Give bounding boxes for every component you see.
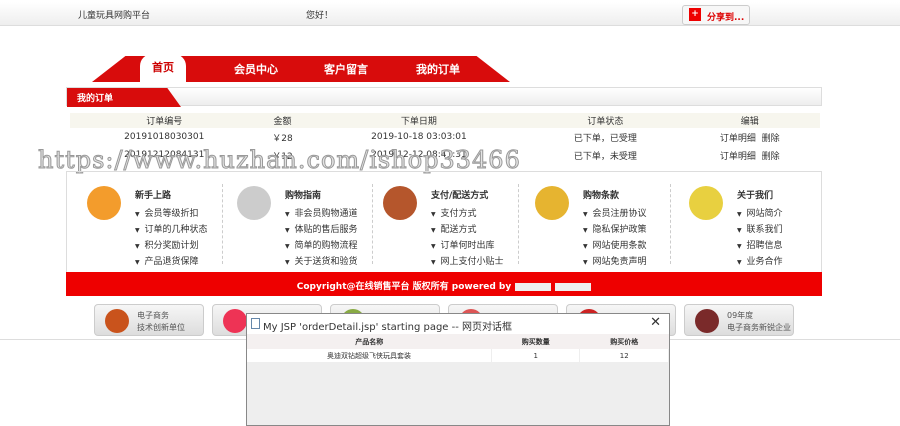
quantity: 1 — [491, 349, 581, 362]
help-link[interactable]: 支付方式 — [431, 206, 504, 222]
badge-line: 技术创新单位 — [137, 323, 185, 332]
help-column: 购物条款 会员注册协议隐私保护政策网站使用条款网站免责声明 — [525, 184, 675, 268]
badge-line: 电子商务新锐企业 — [727, 323, 791, 332]
help-link[interactable]: 会员注册协议 — [583, 206, 647, 222]
badge[interactable]: 电子商务技术创新单位 — [94, 304, 204, 336]
col-amount: 金额 — [258, 113, 307, 128]
share-button[interactable]: + 分享到... — [682, 5, 750, 25]
table-row: 20191018030301 ￥28 2019-10-18 03:03:01 已… — [70, 128, 820, 146]
delete-link[interactable]: 删除 — [762, 152, 780, 162]
help-link[interactable]: 订单何时出库 — [431, 238, 504, 254]
help-title: 新手上路 — [135, 191, 172, 201]
support-agent-icon — [383, 186, 417, 220]
document-icon — [251, 318, 260, 329]
col-product-name: 产品名称 — [247, 334, 492, 349]
site-name: 儿童玩具网购平台 — [78, 11, 151, 21]
order-detail-link[interactable]: 订单明细 — [720, 134, 756, 144]
help-link[interactable]: 联系我们 — [737, 222, 783, 238]
order-status: 已下单，已受理 — [573, 133, 637, 144]
order-actions: 订单明细 删除 — [679, 146, 820, 164]
top-bar: 儿童玩具网购平台 您好！ + 分享到... — [0, 2, 900, 26]
dialog-titlebar: My JSP 'orderDetail.jsp' starting page -… — [247, 314, 669, 334]
help-column: 购物指南 非会员购物通道体贴的售后服务简单的购物流程关于送货和验货 — [227, 184, 377, 268]
help-title: 购物指南 — [285, 191, 322, 201]
col-edit: 编辑 — [679, 113, 820, 128]
col-order-id: 订单编号 — [70, 113, 259, 128]
delivery-truck-icon — [689, 186, 723, 220]
help-link[interactable]: 网上支付小贴士 — [431, 254, 504, 270]
badge-icon — [223, 309, 247, 333]
tab-messages[interactable]: 客户留言 — [324, 61, 368, 77]
help-link[interactable]: 体贴的售后服务 — [285, 222, 358, 238]
order-id: 20191212084131 — [124, 150, 205, 160]
order-detail-dialog: My JSP 'orderDetail.jsp' starting page -… — [246, 313, 670, 426]
badge-line: 电子商务 — [137, 311, 169, 320]
help-link[interactable]: 积分奖励计划 — [135, 238, 208, 254]
badge[interactable]: 09年度电子商务新锐企业 — [684, 304, 794, 336]
dialog-title: My JSP 'orderDetail.jsp' starting page -… — [263, 322, 513, 333]
tab-home[interactable]: 首页 — [140, 56, 186, 82]
section-title: 我的订单 — [67, 88, 181, 107]
order-actions: 订单明细 删除 — [679, 128, 820, 146]
col-price: 购买价格 — [579, 334, 669, 349]
help-column: 关于我们 网站简介联系我们招聘信息业务合作 — [679, 184, 829, 268]
help-link[interactable]: 网站免责声明 — [583, 254, 647, 270]
order-date: 2019-10-18 03:03:01 — [371, 132, 467, 142]
footer: Copyright@在线销售平台 版权所有 powered by — [66, 272, 822, 296]
main-nav: 首页 会员中心 客户留言 我的订单 — [92, 56, 510, 82]
tab-my-orders[interactable]: 我的订单 — [416, 61, 460, 77]
newbie-icon — [87, 186, 121, 220]
order-date: 2019-12-12 08:41:31 — [371, 150, 467, 160]
help-link[interactable]: 订单的几种状态 — [135, 222, 208, 238]
help-link[interactable]: 产品退货保障 — [135, 254, 208, 270]
close-icon[interactable]: ✕ — [650, 315, 661, 330]
order-amount: ￥28 — [272, 133, 293, 144]
col-status: 订单状态 — [531, 113, 680, 128]
help-title: 支付/配送方式 — [431, 191, 489, 201]
help-link[interactable]: 网站使用条款 — [583, 238, 647, 254]
delete-link[interactable]: 删除 — [762, 134, 780, 144]
help-link[interactable]: 会员等级折扣 — [135, 206, 208, 222]
help-link[interactable]: 业务合作 — [737, 254, 783, 270]
help-link[interactable]: 隐私保护政策 — [583, 222, 647, 238]
table-row: 20191212084131 ￥12 2019-12-12 08:41:31 已… — [70, 146, 820, 164]
cart-icon — [237, 186, 271, 220]
help-link[interactable]: 招聘信息 — [737, 238, 783, 254]
product-name: 奥迪双钻超级飞侠玩具套装 — [247, 349, 492, 362]
order-detail-link[interactable]: 订单明细 — [720, 152, 756, 162]
table-row: 奥迪双钻超级飞侠玩具套装 1 12 — [247, 349, 669, 362]
copyright-text: Copyright@在线销售平台 版权所有 powered by — [296, 282, 512, 292]
col-quantity: 购买数量 — [491, 334, 580, 349]
seal-icon — [695, 309, 719, 333]
help-link[interactable]: 配送方式 — [431, 222, 504, 238]
cnzz-icon[interactable] — [555, 282, 592, 291]
help-link[interactable]: 简单的购物流程 — [285, 238, 358, 254]
badge-line: 09年度 — [727, 311, 754, 320]
plus-icon: + — [689, 8, 701, 21]
order-amount: ￥12 — [272, 151, 293, 162]
help-link[interactable]: 网站简介 — [737, 206, 783, 222]
help-title: 购物条款 — [583, 191, 620, 201]
tab-member-center[interactable]: 会员中心 — [234, 61, 278, 77]
help-link[interactable]: 关于送货和验货 — [285, 254, 358, 270]
szis-seal-icon — [105, 309, 129, 333]
price: 12 — [579, 349, 669, 362]
col-date: 下单日期 — [306, 113, 532, 128]
help-column: 支付/配送方式 支付方式配送方式订单何时出库网上支付小贴士 — [373, 184, 523, 268]
detail-table: 产品名称 购买数量 购买价格 奥迪双钻超级飞侠玩具套装 1 12 — [247, 334, 669, 362]
order-id: 20191018030301 — [124, 132, 205, 142]
orders-table: 订单编号 金额 下单日期 订单状态 编辑 20191018030301 ￥28 … — [70, 113, 820, 164]
help-column: 新手上路 会员等级折扣订单的几种状态积分奖励计划产品退货保障 — [77, 184, 227, 268]
greeting: 您好！ — [306, 11, 334, 21]
help-panel: 新手上路 会员等级折扣订单的几种状态积分奖励计划产品退货保障 购物指南 非会员购… — [66, 171, 822, 272]
money-bag-icon — [535, 186, 569, 220]
order-status: 已下单，未受理 — [573, 151, 637, 162]
help-link[interactable]: 非会员购物通道 — [285, 206, 358, 222]
section-header: 我的订单 — [66, 87, 822, 107]
cnzz-icon[interactable] — [515, 282, 552, 291]
help-title: 关于我们 — [737, 191, 774, 201]
